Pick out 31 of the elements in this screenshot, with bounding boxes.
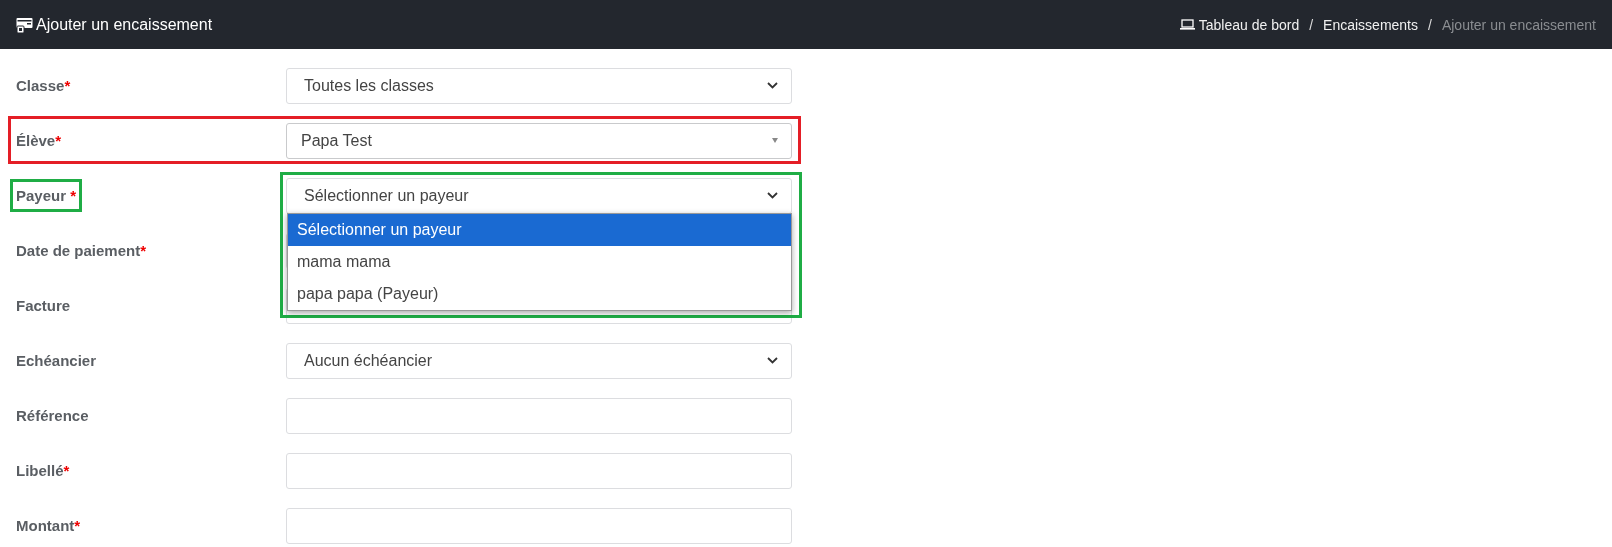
field-label: Montant* xyxy=(15,516,82,536)
input-field[interactable] xyxy=(286,397,792,434)
laptop-icon xyxy=(1179,19,1195,30)
field-label: Classe* xyxy=(15,76,72,96)
field-label: Libellé* xyxy=(15,461,71,481)
chevron-down-icon xyxy=(767,192,778,199)
select-field[interactable]: Toutes les classes xyxy=(286,67,792,104)
select-field[interactable]: Sélectionner un payeur xyxy=(286,177,792,214)
input-field[interactable] xyxy=(286,507,792,544)
field-label: Facture xyxy=(15,296,72,316)
dropdown-option[interactable]: papa papa (Payeur) xyxy=(288,278,791,310)
dropdown-option[interactable]: Sélectionner un payeur xyxy=(288,214,791,246)
breadcrumb-separator: / xyxy=(1309,16,1314,33)
current-page-label: Ajouter un encaissement xyxy=(1441,16,1596,33)
chevron-down-icon xyxy=(767,82,778,89)
cash-register-icon xyxy=(16,16,33,33)
page-title: Ajouter un encaissement xyxy=(36,15,213,34)
dropdown-arrow-icon xyxy=(772,138,778,143)
field-label: Élève* xyxy=(15,131,63,151)
select-field[interactable]: Aucun échéancier xyxy=(286,342,792,379)
breadcrumb-link[interactable]: Tableau de bord xyxy=(1179,16,1300,33)
field-label: Date de paiement* xyxy=(15,241,148,261)
field-label: Référence xyxy=(15,406,90,426)
chevron-down-icon xyxy=(767,357,778,364)
breadcrumb-separator: / xyxy=(1428,16,1432,33)
breadcrumb-link[interactable]: Encaissements xyxy=(1323,16,1418,33)
input-field[interactable] xyxy=(286,452,792,489)
field-label: Payeur * xyxy=(10,179,83,212)
field-label: Echéancier xyxy=(15,351,98,371)
select-field[interactable]: Papa Test xyxy=(286,122,792,159)
dropdown-option[interactable]: mama mama xyxy=(288,246,791,278)
